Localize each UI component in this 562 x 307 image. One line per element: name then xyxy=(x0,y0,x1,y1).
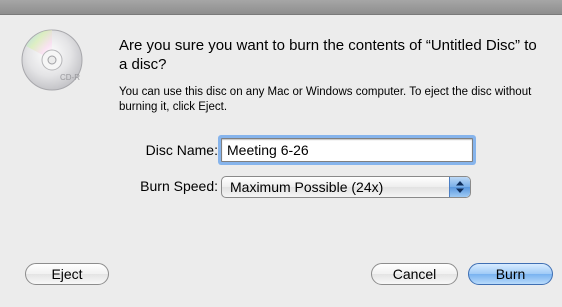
burn-speed-popup[interactable]: Maximum Possible (24x) xyxy=(221,176,471,198)
up-down-arrows-icon xyxy=(449,177,470,197)
sheet-top-edge xyxy=(0,0,562,15)
burn-speed-selected-value: Maximum Possible (24x) xyxy=(230,179,384,195)
disc-name-label: Disc Name: xyxy=(145,142,218,158)
cancel-button[interactable]: Cancel xyxy=(371,263,458,285)
eject-button[interactable]: Eject xyxy=(25,263,109,285)
disc-name-field[interactable] xyxy=(221,138,473,162)
burn-speed-label: Burn Speed: xyxy=(140,178,218,194)
cd-r-label: CD-R xyxy=(60,73,80,82)
cd-r-disc-icon: CD-R xyxy=(20,28,84,92)
burn-disc-dialog: CD-R Are you sure you want to burn the c… xyxy=(0,0,562,307)
dialog-title: Are you sure you want to burn the conten… xyxy=(119,37,537,73)
dialog-info-text: You can use this disc on any Mac or Wind… xyxy=(119,86,532,113)
burn-button[interactable]: Burn xyxy=(468,263,553,285)
